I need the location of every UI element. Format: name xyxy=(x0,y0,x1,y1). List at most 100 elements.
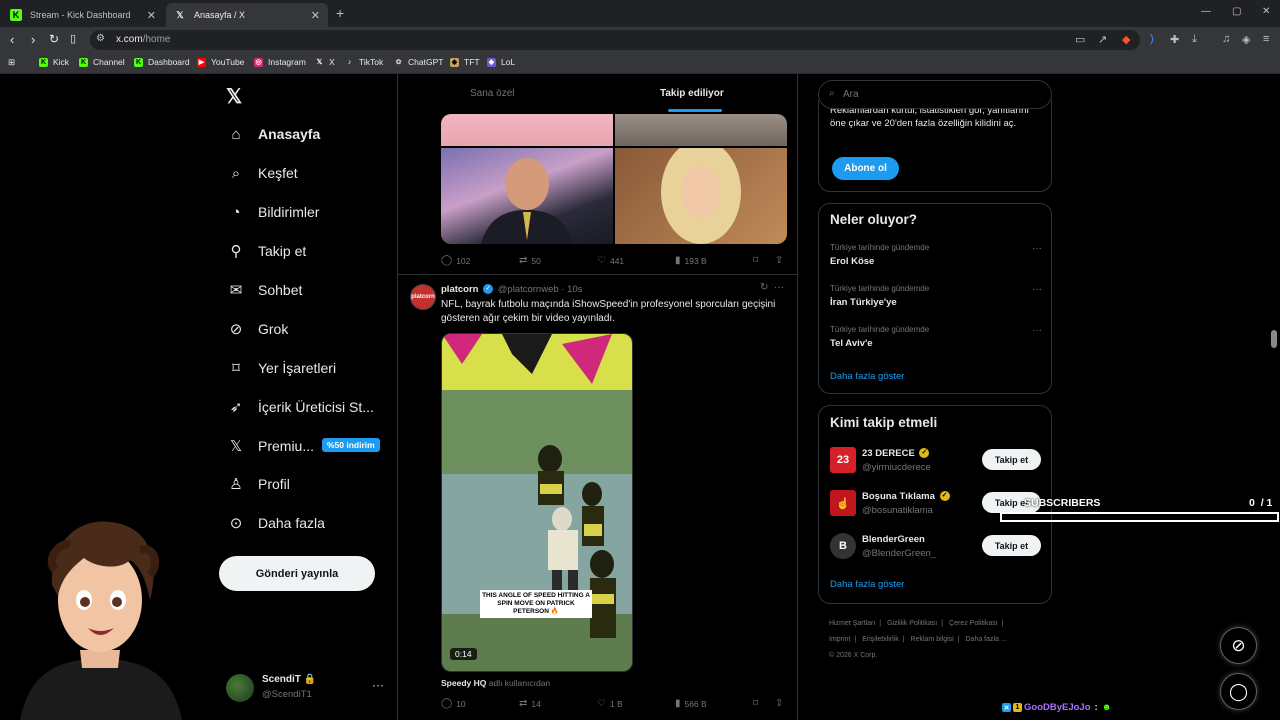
tab-for-you[interactable]: Sana özel xyxy=(470,88,514,99)
post-video[interactable]: THIS ANGLE OF SPEED HITTING A SPIN MOVE … xyxy=(441,333,633,672)
messages-fab-icon[interactable]: ◯ xyxy=(1220,673,1257,710)
nav-chat[interactable]: ✉ Sohbet xyxy=(226,276,303,304)
photo-4[interactable] xyxy=(615,140,787,244)
bookmark-youtube[interactable]: ▶ YouTube xyxy=(197,57,244,67)
footer-link[interactable]: Imprint xyxy=(829,636,850,643)
close-tab-icon[interactable]: ✕ xyxy=(147,9,156,22)
nav-more[interactable]: ⊙ Daha fazla xyxy=(226,509,325,537)
photo-3[interactable] xyxy=(441,148,613,244)
avatar[interactable]: platcorn xyxy=(410,284,436,310)
brave-shield-icon[interactable]: ◆ xyxy=(1122,33,1130,46)
footer-link[interactable]: Daha fazla ... xyxy=(966,636,1007,643)
trend-item[interactable]: Türkiye tarihinde gündemde Tel Aviv'e ··… xyxy=(830,325,1044,349)
site-settings-icon[interactable]: ⚙ xyxy=(96,33,105,44)
apps-icon[interactable]: ⊞ xyxy=(8,57,15,68)
author-name[interactable]: platcorn xyxy=(441,284,478,295)
nav-follow[interactable]: ⚲ Takip et xyxy=(226,237,307,265)
nav-explore[interactable]: ⌕ Keşfet xyxy=(226,159,298,187)
forward-icon[interactable]: › xyxy=(31,32,35,47)
grok-fab-icon[interactable]: ⊘ xyxy=(1220,627,1257,664)
more-dots-icon[interactable]: ··· xyxy=(372,678,384,692)
like-button[interactable]: ♡ 1 B xyxy=(597,698,623,709)
bookmark-tft[interactable]: ◆ TFT xyxy=(450,57,480,67)
trend-item[interactable]: Türkiye tarihinde gündemde Erol Köse ··· xyxy=(830,243,1044,267)
like-button[interactable]: ♡ 441 xyxy=(597,255,624,266)
tab-kick-dashboard[interactable]: K Stream - Kick Dashboard ✕ xyxy=(2,3,164,27)
more-dots-icon[interactable]: ··· xyxy=(1032,243,1042,254)
photo-2[interactable] xyxy=(615,114,787,146)
account-switcher[interactable]: ScendiT 🔒 @ScendiT1 ··· xyxy=(226,672,386,706)
reply-button[interactable]: ◯ 10 xyxy=(441,698,466,709)
footer-link[interactable]: Reklam bilgisi xyxy=(911,636,954,643)
verified-badge-icon: ✓ xyxy=(483,284,494,295)
suggested-account[interactable]: 23 23 DERECE ✓ @yirmiucderece Takip et xyxy=(830,446,1044,476)
nav-profile[interactable]: ♙ Profil xyxy=(226,470,290,498)
trends-show-more-link[interactable]: Daha fazla göster xyxy=(830,371,904,382)
footer-link[interactable]: Erişilebilirlik xyxy=(862,636,899,643)
extensions-icon[interactable]: ✚ xyxy=(1170,33,1179,46)
search-input[interactable]: ⌕ Ara xyxy=(818,80,1052,109)
bookmark-chatgpt[interactable]: ✿ ChatGPT xyxy=(394,57,444,67)
scrollbar-thumb[interactable] xyxy=(1271,330,1277,348)
footer-link[interactable]: Gizlilik Politikası xyxy=(887,620,937,627)
back-icon[interactable]: ‹ xyxy=(10,32,14,47)
download-icon[interactable]: ⤓ xyxy=(1192,33,1197,46)
bookmark-channel[interactable]: K Channel xyxy=(79,57,125,67)
maximize-icon[interactable]: ▢ xyxy=(1232,6,1241,17)
follow-button[interactable]: Takip et xyxy=(982,449,1041,470)
more-dots-icon[interactable]: ↻ ··· xyxy=(760,282,784,293)
post-time[interactable]: · 10s xyxy=(561,284,582,295)
nav-home[interactable]: ⌂ Anasayfa xyxy=(226,120,320,148)
close-tab-icon[interactable]: ✕ xyxy=(311,9,320,22)
omnibox[interactable]: ⚙ x.com/home xyxy=(90,30,1140,50)
bookmark-instagram[interactable]: ◎ Instagram xyxy=(254,57,306,67)
tab-x-home[interactable]: 𝕏 Anasayfa / X ✕ xyxy=(166,3,328,27)
minimize-icon[interactable]: — xyxy=(1201,6,1211,17)
more-dots-icon[interactable]: ··· xyxy=(1032,284,1042,295)
footer-link[interactable]: Çerez Politikası xyxy=(949,620,998,627)
reply-button[interactable]: ◯ 102 xyxy=(441,255,470,266)
x-logo-icon[interactable]: 𝕏 xyxy=(226,84,242,109)
repost-button[interactable]: ⇄ 50 xyxy=(519,255,541,266)
extension-wave-icon[interactable]: ) xyxy=(1150,33,1154,45)
bookmark-dashboard[interactable]: K Dashboard xyxy=(134,57,190,67)
bookmark-tiktok[interactable]: ♪ TikTok xyxy=(345,57,384,67)
views-button[interactable]: ▮ 566 B xyxy=(675,698,707,709)
trend-item[interactable]: Türkiye tarihinde gündemde İran Türkiye'… xyxy=(830,284,1044,308)
subscribe-button[interactable]: Abone ol xyxy=(832,157,899,180)
bookmark-lol[interactable]: ◆ LoL xyxy=(487,57,515,67)
media-icon[interactable]: ♫ xyxy=(1222,33,1230,45)
tab-following[interactable]: Takip ediliyor xyxy=(660,88,724,99)
photo-1[interactable] xyxy=(441,114,613,146)
vpn-icon[interactable]: ◈ xyxy=(1242,33,1250,46)
views-button[interactable]: ▮ 193 B xyxy=(675,255,707,266)
author-handle[interactable]: @platcornweb xyxy=(498,284,559,295)
nav-grok[interactable]: ⊘ Grok xyxy=(226,315,289,343)
share-icon[interactable]: ↗ xyxy=(1098,33,1107,46)
bookmark-button[interactable]: ⌑ xyxy=(753,255,762,266)
window-close-icon[interactable]: ✕ xyxy=(1262,6,1270,17)
reload-icon[interactable]: ↻ xyxy=(49,32,59,46)
nav-bookmarks[interactable]: ⌑ Yer İşaretleri xyxy=(226,354,336,382)
who-show-more-link[interactable]: Daha fazla göster xyxy=(830,579,904,590)
nav-notifications[interactable]: ◔ Bildirimler xyxy=(226,198,319,226)
suggested-account[interactable]: B BlenderGreen @BlenderGreen_ Takip et xyxy=(830,532,1044,562)
new-tab-icon[interactable]: + xyxy=(336,5,344,21)
bookmark-kick[interactable]: K Kick xyxy=(39,57,69,67)
follow-button[interactable]: Takip et xyxy=(982,535,1041,556)
bookmark-x[interactable]: 𝕏X xyxy=(315,57,335,67)
share-button[interactable]: ⇪ xyxy=(775,698,787,709)
nav-creator-studio[interactable]: ➶ İçerik Üreticisi St... xyxy=(226,393,374,421)
share-button[interactable]: ⇪ xyxy=(775,255,787,266)
post-button[interactable]: Gönderi yayınla xyxy=(219,556,375,591)
avatar: B xyxy=(830,533,856,559)
cast-icon[interactable]: ▭ xyxy=(1075,33,1085,46)
bookmark-star-icon[interactable]: ▯ xyxy=(70,32,76,45)
bookmark-button[interactable]: ⌑ xyxy=(753,698,762,709)
menu-icon[interactable]: ≡ xyxy=(1263,33,1269,45)
repost-button[interactable]: ⇄ 14 xyxy=(519,698,541,709)
nav-premium[interactable]: 𝕏 Premiu... xyxy=(226,432,314,460)
footer-link[interactable]: Hizmet Şartları xyxy=(829,620,875,627)
post-photo-grid[interactable] xyxy=(441,114,787,244)
more-dots-icon[interactable]: ··· xyxy=(1032,325,1042,336)
